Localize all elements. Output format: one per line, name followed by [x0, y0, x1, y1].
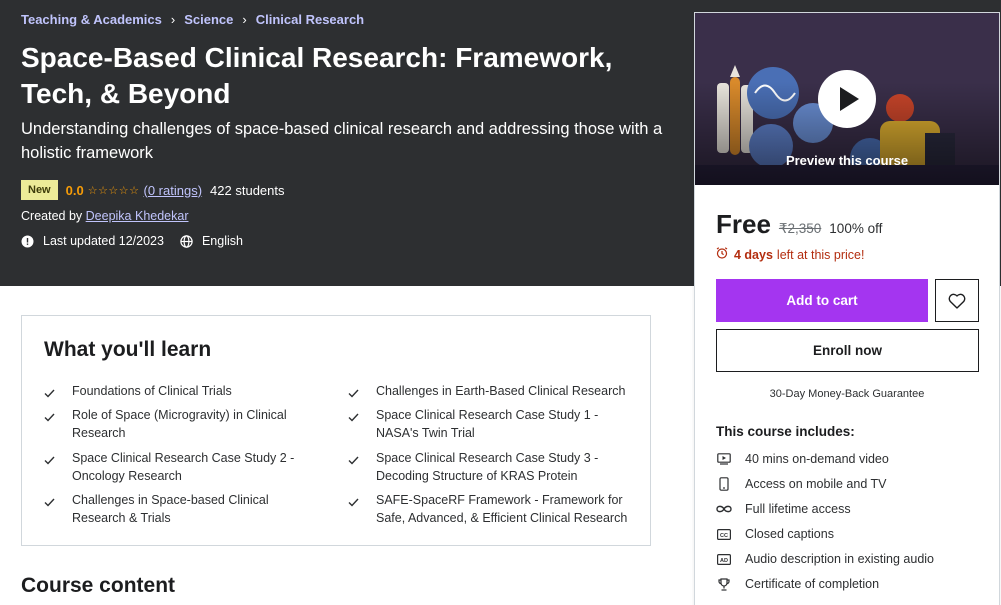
money-back-guarantee: 30-Day Money-Back Guarantee: [769, 388, 925, 400]
breadcrumb-teaching-academics[interactable]: Teaching & Academics: [21, 12, 162, 27]
includes-item: Access on mobile and TV: [716, 477, 887, 491]
check-icon: [348, 406, 360, 442]
video-icon: [716, 452, 732, 466]
rating-row: New 0.0 ☆☆☆☆☆ (0 ratings) 422 students: [21, 180, 285, 200]
check-icon: [44, 449, 56, 485]
instructor-link[interactable]: Deepika Khedekar: [86, 209, 189, 223]
preview-label: Preview this course: [785, 153, 909, 168]
original-price: ₹2,350: [778, 221, 822, 236]
trophy-icon: [716, 577, 732, 591]
learn-item: Space Clinical Research Case Study 1 - N…: [348, 406, 608, 442]
created-by: Created by Deepika Khedekar: [21, 209, 189, 223]
breadcrumb: Teaching & Academics › Science › Clinica…: [21, 12, 364, 27]
course-title: Space-Based Clinical Research: Framework…: [21, 42, 613, 109]
new-badge: New: [21, 180, 58, 200]
timer-days: 4 days: [734, 247, 773, 262]
wishlist-button[interactable]: [935, 279, 979, 322]
learn-item: Space Clinical Research Case Study 3 - D…: [348, 449, 608, 485]
add-to-cart-button[interactable]: Add to cart: [716, 279, 928, 322]
includes-title: This course includes:: [716, 424, 855, 439]
rating-stars: ☆☆☆☆☆: [87, 184, 140, 197]
course-content-heading: Course content: [21, 574, 176, 597]
includes-item: CC Closed captions: [716, 527, 834, 541]
price-row: Free ₹2,350 100% off: [716, 209, 882, 240]
includes-item: AD Audio description in existing audio: [716, 552, 934, 566]
learn-item: SAFE-SpaceRF Framework - Framework for S…: [348, 491, 638, 527]
learn-item: Challenges in Earth-Based Clinical Resea…: [348, 382, 638, 403]
audio-description-icon: AD: [716, 552, 732, 566]
infinity-icon: [716, 502, 732, 516]
created-by-label: Created by: [21, 209, 83, 223]
purchase-sidebar: Preview this course Free ₹2,350 100% off…: [694, 12, 1000, 605]
check-icon: [44, 382, 56, 403]
learn-item: Foundations of Clinical Trials: [44, 382, 304, 403]
learn-item: Role of Space (Microgravity) in Clinical…: [44, 406, 304, 442]
course-subtitle: Understanding challenges of space-based …: [21, 120, 663, 162]
svg-text:CC: CC: [720, 532, 728, 538]
sale-timer: 4 days left at this price!: [716, 247, 864, 262]
last-updated: Last updated 12/2023: [43, 234, 164, 248]
chevron-right-icon: ›: [242, 12, 247, 27]
course-meta: Last updated 12/2023 English: [21, 234, 243, 248]
learn-item: Space Clinical Research Case Study 2 - O…: [44, 449, 304, 485]
breadcrumb-science[interactable]: Science: [184, 12, 233, 27]
check-icon: [348, 382, 360, 403]
timer-text: left at this price!: [776, 247, 865, 262]
mobile-icon: [716, 477, 732, 491]
enroll-now-button[interactable]: Enroll now: [716, 329, 979, 372]
learn-item: Challenges in Space-based Clinical Resea…: [44, 491, 304, 527]
course-preview[interactable]: Preview this course: [695, 13, 999, 185]
captions-icon: CC: [716, 527, 732, 541]
check-icon: [44, 491, 56, 527]
alarm-clock-icon: [716, 247, 728, 262]
rating-value: 0.0: [65, 182, 84, 198]
includes-item: Full lifetime access: [716, 502, 851, 516]
includes-item: Certificate of completion: [716, 577, 879, 591]
check-icon: [348, 491, 360, 527]
alert-badge-icon: [21, 235, 34, 248]
breadcrumb-clinical-research[interactable]: Clinical Research: [256, 12, 364, 27]
student-count: 422 students: [210, 182, 285, 198]
svg-text:AD: AD: [720, 557, 728, 563]
includes-item: 40 mins on-demand video: [716, 452, 889, 466]
chevron-right-icon: ›: [170, 12, 176, 27]
check-icon: [348, 449, 360, 485]
heart-icon: [948, 293, 966, 309]
globe-icon: [180, 234, 193, 248]
course-language: English: [201, 234, 243, 248]
check-icon: [44, 406, 56, 442]
play-icon: [840, 87, 859, 111]
discount-percent: 100% off: [829, 221, 883, 236]
ratings-link[interactable]: (0 ratings): [144, 183, 203, 198]
play-button[interactable]: [818, 70, 876, 128]
learn-title: What you'll learn: [44, 338, 212, 361]
current-price: Free: [716, 209, 771, 239]
what-youll-learn-box: What you'll learn Foundations of Clinica…: [21, 315, 651, 546]
